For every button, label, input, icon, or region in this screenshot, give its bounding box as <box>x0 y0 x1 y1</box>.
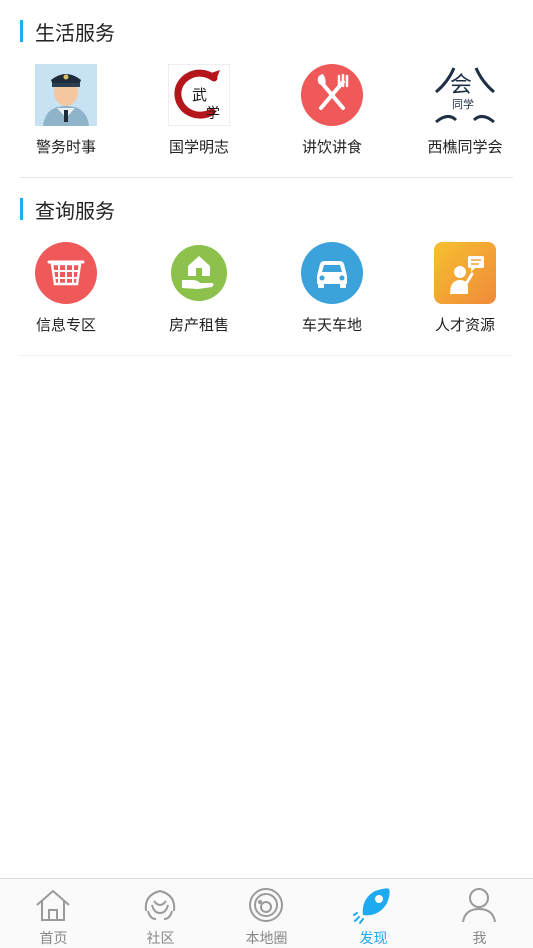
talent-person-icon <box>434 242 496 304</box>
local-circle-icon <box>246 885 286 925</box>
svg-text:会: 会 <box>450 73 472 98</box>
svg-text:学: 学 <box>206 106 220 122</box>
section-accent-bar <box>20 20 23 42</box>
alumni-association-icon: 会 同学 <box>434 64 496 126</box>
section-accent-bar <box>20 198 23 220</box>
guoxue-calligraphy-icon: 武 学 <box>167 63 231 127</box>
tab-label: 发现 <box>359 931 388 947</box>
tab-label: 我 <box>472 931 487 947</box>
tab-label: 首页 <box>39 931 68 947</box>
section-divider <box>20 355 513 356</box>
tab-me[interactable]: 我 <box>426 879 533 948</box>
svg-text:同学: 同学 <box>452 97 474 111</box>
service-label: 西樵同学会 <box>427 138 503 156</box>
community-icon <box>140 885 180 925</box>
section-title: 查询服务 <box>35 198 115 223</box>
service-label: 车天车地 <box>301 316 362 334</box>
life-services-header: 生活服务 <box>20 19 115 45</box>
svg-text:武: 武 <box>192 86 207 104</box>
query-services-section: 查询服务 信息专区 房产租售 车天车地 人才资源 <box>0 178 533 356</box>
tab-community[interactable]: 社区 <box>107 879 214 948</box>
rocket-icon <box>353 885 393 925</box>
bottom-tab-bar: 首页 社区 本地圈 发现 我 <box>0 878 533 948</box>
tab-local-circle[interactable]: 本地圈 <box>213 879 320 948</box>
basket-icon <box>35 242 97 304</box>
service-label: 信息专区 <box>35 316 96 334</box>
service-label: 国学明志 <box>168 138 229 156</box>
police-officer-icon <box>35 64 97 126</box>
service-label: 讲饮讲食 <box>301 138 362 156</box>
user-icon <box>459 885 499 925</box>
section-title: 生活服务 <box>35 20 115 45</box>
tab-label: 社区 <box>146 931 175 947</box>
service-label: 警务时事 <box>35 138 96 156</box>
life-services-section: 生活服务 警务时事 武 学 国学明志 讲饮讲食 会 同学 西樵同学会 <box>0 0 533 178</box>
service-label: 房产租售 <box>168 316 229 334</box>
tab-home[interactable]: 首页 <box>0 879 107 948</box>
home-icon <box>33 885 73 925</box>
tab-label: 本地圈 <box>245 931 288 947</box>
service-label: 人才资源 <box>434 316 495 334</box>
fork-knife-icon <box>301 64 363 126</box>
query-services-header: 查询服务 <box>20 197 115 223</box>
house-hand-icon <box>168 242 230 304</box>
car-icon <box>301 242 363 304</box>
tab-discover[interactable]: 发现 <box>320 879 427 948</box>
